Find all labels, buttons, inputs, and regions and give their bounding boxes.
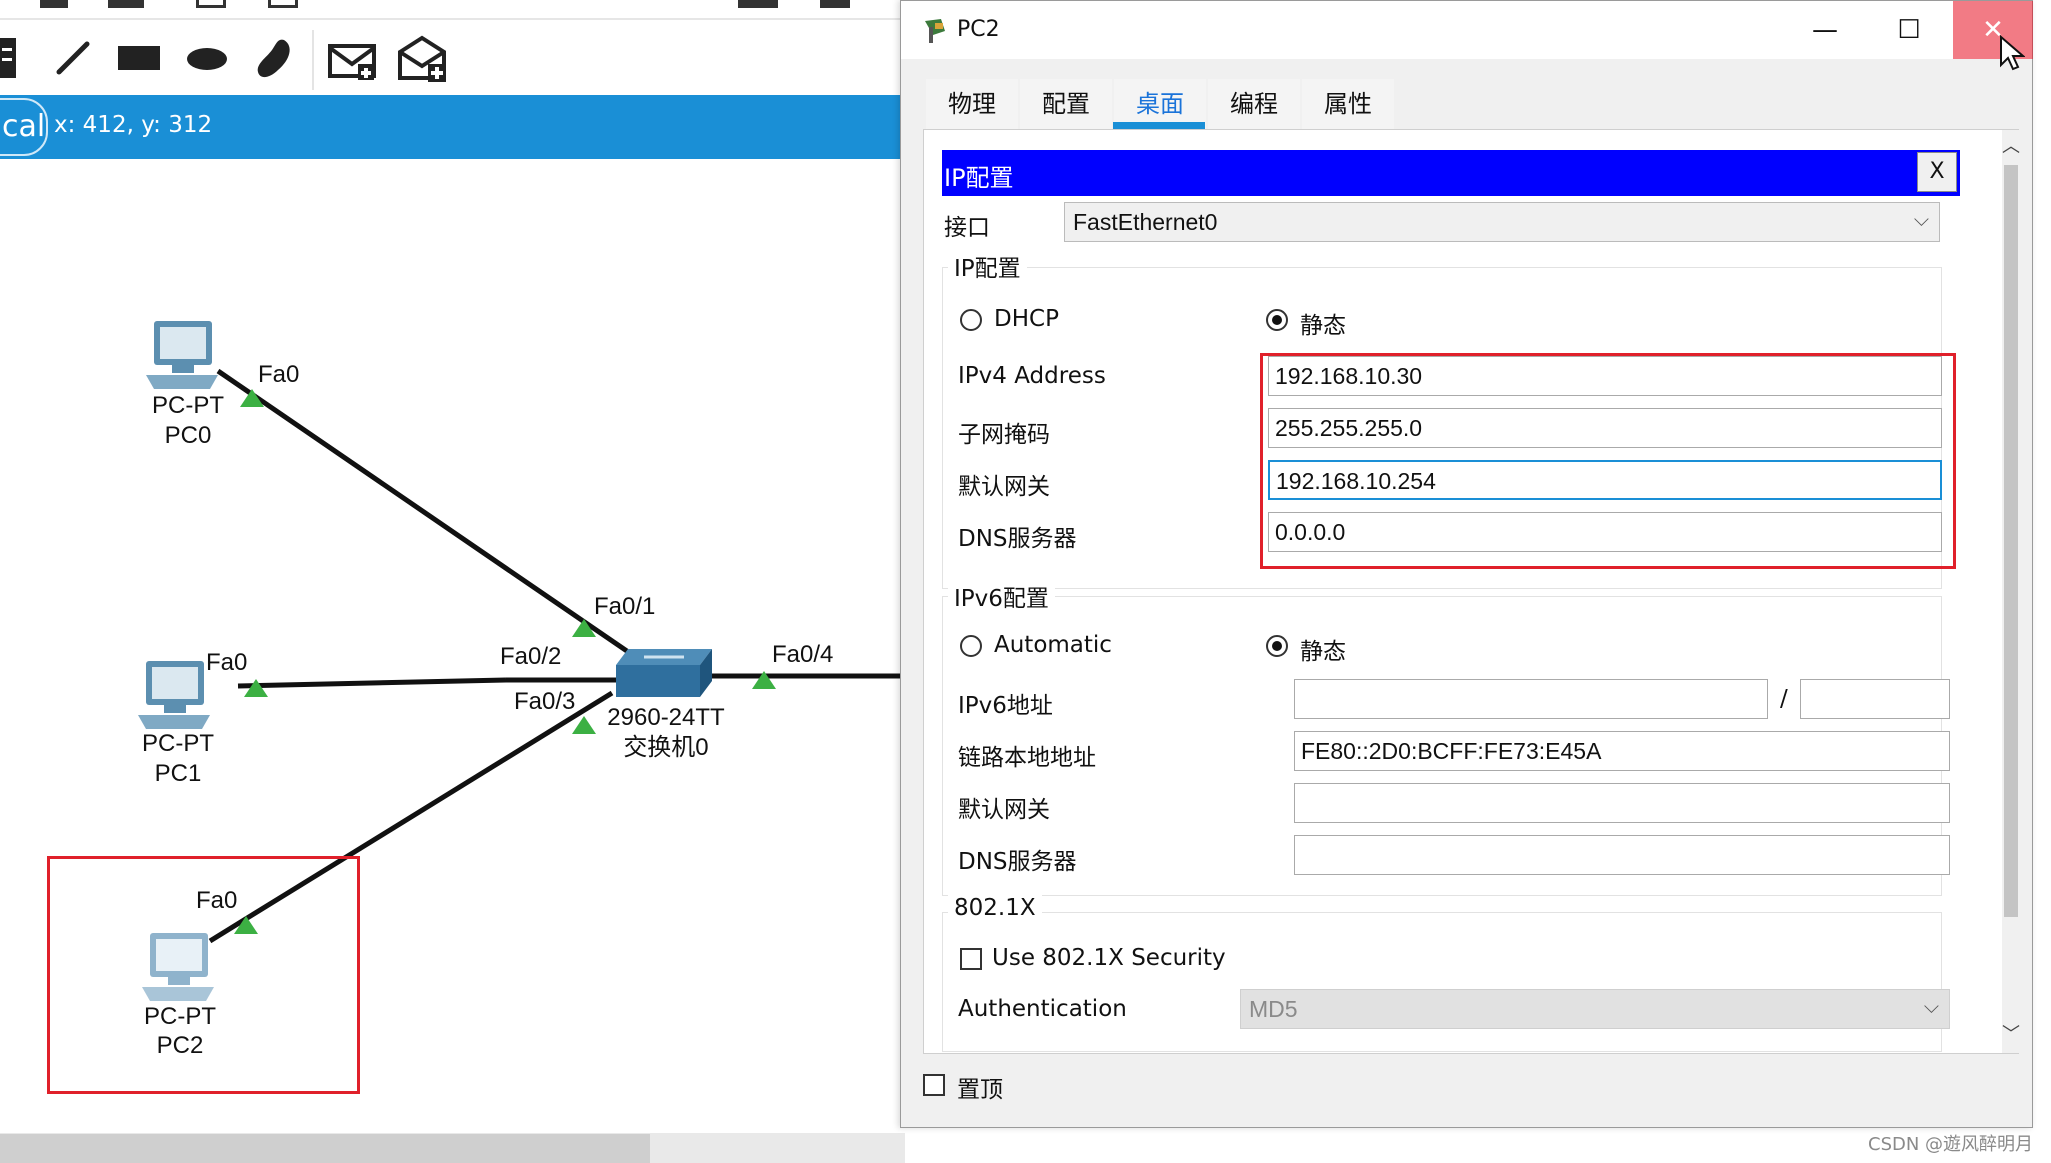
ipv6-group-title: IPv6配置 <box>948 579 1055 613</box>
ipv6-prefix-field[interactable] <box>1800 679 1950 719</box>
toolbar-separator <box>312 30 314 90</box>
pc1-name-label: PC1 <box>154 760 202 787</box>
dot1x-group <box>942 912 1942 1052</box>
ipv4-static-radio[interactable] <box>1266 309 1288 331</box>
authentication-select-value: MD5 <box>1249 996 1298 1022</box>
toolbar-partial-icon[interactable] <box>196 0 226 8</box>
ipv6-static-label: 静态 <box>1300 639 1346 665</box>
dialog-title: PC2 <box>957 17 1000 42</box>
default-gateway-label: 默认网关 <box>958 474 1050 500</box>
always-on-top-label: 置顶 <box>957 1077 1003 1103</box>
switch-port-fa02-label: Fa0/2 <box>500 643 562 670</box>
switch-port-fa03-label: Fa0/3 <box>514 688 576 715</box>
always-on-top-checkbox[interactable] <box>923 1074 945 1096</box>
tab-physical[interactable]: 物理 <box>926 79 1018 129</box>
ellipse-tool-icon[interactable] <box>186 46 228 76</box>
tab-programming[interactable]: 编程 <box>1208 79 1300 129</box>
chevron-down-icon: ⌵ <box>1923 996 1939 1018</box>
ip-config-header-bar: IP配置 X <box>942 150 1960 196</box>
pc0-type-label: PC-PT <box>152 392 224 419</box>
dialog-titlebar[interactable]: PC2 — ☐ ✕ <box>901 1 2033 71</box>
ip-config-header-title: IP配置 <box>944 164 1014 192</box>
watermark-text: CSDN @遊风醉明月 <box>1868 1134 2034 1155</box>
ipv6-gateway-field[interactable] <box>1294 783 1950 823</box>
ipv4-static-label: 静态 <box>1300 313 1346 339</box>
toolbar-divider <box>0 18 905 20</box>
ipv6-address-field[interactable] <box>1294 679 1768 719</box>
link-pc0-switch[interactable] <box>216 368 642 663</box>
scroll-up-icon[interactable]: ︿ <box>2002 132 2020 162</box>
pc1-device-icon[interactable] <box>134 659 214 737</box>
minimize-button[interactable]: — <box>1785 1 1865 59</box>
ipv4-fields-highlight-box <box>1260 353 1956 569</box>
ipv6-gateway-label: 默认网关 <box>958 797 1050 823</box>
maximize-button[interactable]: ☐ <box>1869 1 1949 59</box>
link-light <box>572 716 596 734</box>
interface-select[interactable]: FastEthernet0 ⌵ <box>1064 202 1940 242</box>
cursor-coordinates: x: 412, y: 312 <box>54 112 213 138</box>
dns-server-label: DNS服务器 <box>958 526 1077 552</box>
ipv6-address-label: IPv6地址 <box>958 693 1053 719</box>
ipv6-static-radio[interactable] <box>1266 635 1288 657</box>
tab-attributes[interactable]: 属性 <box>1302 79 1394 129</box>
pc1-port-label: Fa0 <box>206 649 248 676</box>
toolbar-partial-icon[interactable] <box>268 0 298 8</box>
ipv6-dns-field[interactable] <box>1294 835 1950 875</box>
toolbar-partial-icon[interactable] <box>738 0 778 8</box>
ipv4-dhcp-label: DHCP <box>994 306 1059 332</box>
ipv4-dhcp-radio[interactable] <box>960 309 982 331</box>
pc2-highlight-box <box>47 856 360 1094</box>
toolbar-partial-icon[interactable] <box>108 0 144 8</box>
mouse-cursor-icon <box>1999 34 2026 75</box>
switch-port-fa01-label: Fa0/1 <box>594 593 656 620</box>
switch-model-label: 2960-24TT <box>607 704 725 731</box>
pc0-port-label: Fa0 <box>258 361 300 388</box>
switch-device-icon[interactable] <box>614 647 714 707</box>
logical-mode-tab[interactable]: cal <box>0 98 48 156</box>
packet-tracer-app-icon <box>921 17 949 49</box>
pc1-type-label: PC-PT <box>142 730 214 757</box>
switch-port-fa04-label: Fa0/4 <box>772 641 834 668</box>
active-tab-indicator <box>1113 122 1205 129</box>
use-dot1x-checkbox[interactable] <box>960 948 982 970</box>
use-dot1x-label: Use 802.1X Security <box>992 945 1226 971</box>
ip-config-close-button[interactable]: X <box>1917 152 1957 192</box>
note-icon[interactable] <box>0 36 18 80</box>
screen: cal x: 412, y: 312 PC-PT PC0 Fa0 PC-PT P… <box>0 0 2051 1163</box>
interface-select-value: FastEthernet0 <box>1073 209 1218 235</box>
desktop-panel: IP配置 X 接口 FastEthernet0 ⌵ IP配置 DHCP 静态 I… <box>923 129 2020 1054</box>
tab-config[interactable]: 配置 <box>1020 79 1112 129</box>
authentication-label: Authentication <box>958 996 1127 1022</box>
pc0-device-icon[interactable] <box>142 319 222 397</box>
toolbar-partial-icon[interactable] <box>40 0 68 8</box>
pc0-name-label: PC0 <box>164 422 212 449</box>
ipv6-dns-label: DNS服务器 <box>958 849 1077 875</box>
dot1x-group-title: 802.1X <box>948 895 1042 921</box>
ipv6-prefix-separator: / <box>1780 686 1788 712</box>
link-local-address-label: 链路本地地址 <box>958 745 1096 771</box>
vertical-scroll-thumb[interactable] <box>2004 165 2018 917</box>
complex-pdu-icon[interactable] <box>396 34 448 88</box>
ipv4-group-title: IP配置 <box>948 249 1027 283</box>
link-pc1-switch[interactable] <box>237 677 507 689</box>
scroll-down-icon[interactable]: ﹀ <box>2002 1020 2020 1050</box>
line-tool-icon[interactable] <box>55 40 91 80</box>
freeform-tool-icon[interactable] <box>254 36 294 86</box>
ipv6-automatic-radio[interactable] <box>960 635 982 657</box>
simple-pdu-icon[interactable] <box>328 40 378 86</box>
drawing-toolbar <box>0 0 905 95</box>
chevron-down-icon: ⌵ <box>1913 209 1929 231</box>
switch-name-label: 交换机0 <box>623 734 709 761</box>
ipv4-address-label: IPv4 Address <box>958 363 1106 389</box>
authentication-select[interactable]: MD5 ⌵ <box>1240 989 1950 1029</box>
link-local-address-field[interactable]: FE80::2D0:BCFF:FE73:E45A <box>1294 731 1950 771</box>
ipv6-automatic-label: Automatic <box>994 632 1112 658</box>
subnet-mask-label: 子网掩码 <box>958 422 1050 448</box>
horizontal-scroll-thumb[interactable] <box>0 1134 650 1163</box>
rectangle-tool-icon[interactable] <box>118 44 160 76</box>
toolbar-partial-icon[interactable] <box>820 0 850 8</box>
interface-label: 接口 <box>944 215 990 241</box>
